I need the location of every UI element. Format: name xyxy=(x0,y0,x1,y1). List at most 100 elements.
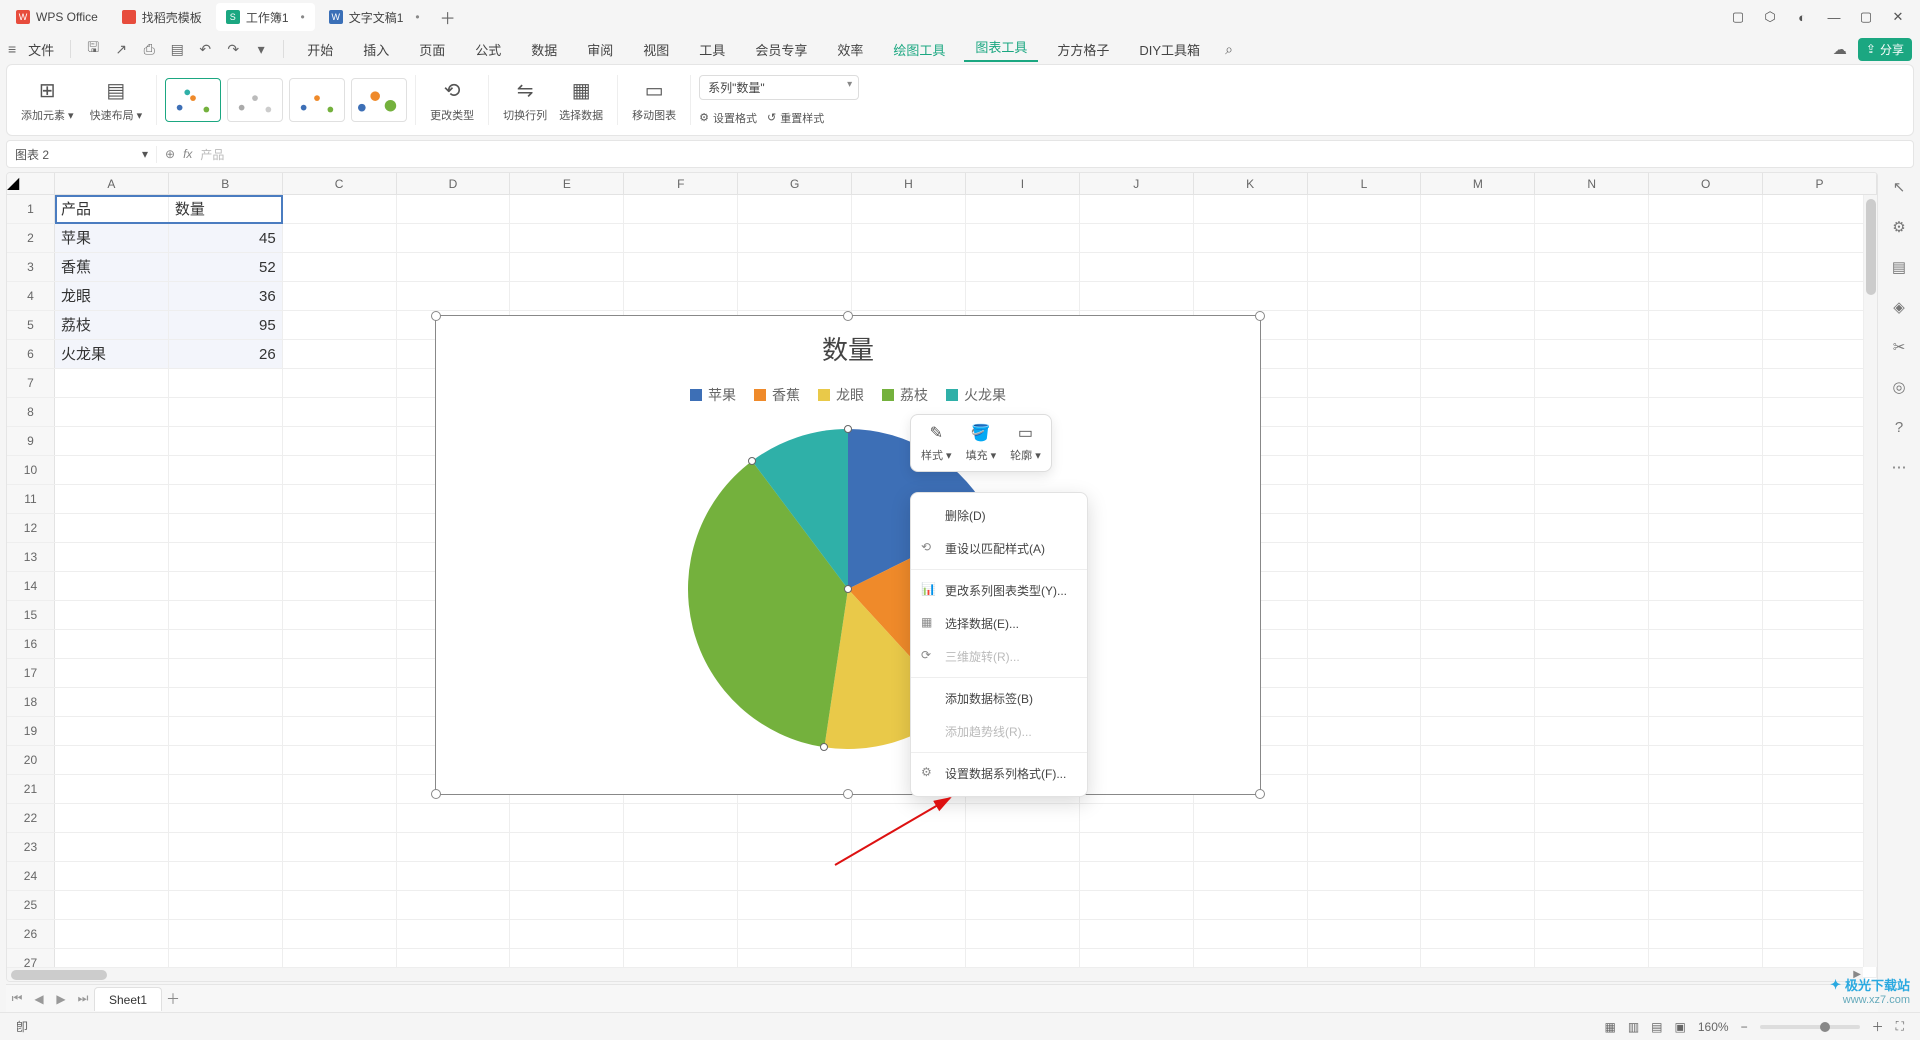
search-icon[interactable]: ⌕ xyxy=(1219,39,1239,59)
cell-C2[interactable] xyxy=(283,224,397,252)
ribbon-select-data[interactable]: ▦ 选择数据 xyxy=(553,69,609,131)
cell-N4[interactable] xyxy=(1535,282,1649,310)
row-head-9[interactable]: 9 xyxy=(7,427,55,455)
col-head-A[interactable]: A xyxy=(55,173,169,194)
cell-C6[interactable] xyxy=(283,340,397,368)
cell-M5[interactable] xyxy=(1421,311,1535,339)
preview-icon[interactable]: ▤ xyxy=(167,39,187,59)
menu-tools[interactable]: 工具 xyxy=(688,40,736,59)
cell-L26[interactable] xyxy=(1308,920,1422,948)
cell-C21[interactable] xyxy=(283,775,397,803)
row-head-21[interactable]: 21 xyxy=(7,775,55,803)
resize-handle-ne[interactable] xyxy=(1255,311,1265,321)
cell-O19[interactable] xyxy=(1649,717,1763,745)
cell-O11[interactable] xyxy=(1649,485,1763,513)
cell-O26[interactable] xyxy=(1649,920,1763,948)
col-head-D[interactable]: D xyxy=(397,173,511,194)
col-head-E[interactable]: E xyxy=(510,173,624,194)
cell-C23[interactable] xyxy=(283,833,397,861)
cell-A20[interactable] xyxy=(55,746,169,774)
pie-center-handle[interactable] xyxy=(844,585,852,593)
undo-icon[interactable]: ↶ xyxy=(195,39,215,59)
cell-I2[interactable] xyxy=(966,224,1080,252)
cell-C12[interactable] xyxy=(283,514,397,542)
row-head-5[interactable]: 5 xyxy=(7,311,55,339)
row-head-1[interactable]: 1 xyxy=(7,195,55,223)
cell-H3[interactable] xyxy=(852,253,966,281)
cell-D25[interactable] xyxy=(397,891,511,919)
cell-B15[interactable] xyxy=(169,601,283,629)
row-head-7[interactable]: 7 xyxy=(7,369,55,397)
resize-handle-nw[interactable] xyxy=(431,311,441,321)
cell-O3[interactable] xyxy=(1649,253,1763,281)
cell-N24[interactable] xyxy=(1535,862,1649,890)
ribbon-swap-rc[interactable]: ⇋ 切换行列 xyxy=(497,69,553,131)
window-restore2-icon[interactable]: ▢ xyxy=(1722,3,1754,31)
rail-watch-icon[interactable]: ◎ xyxy=(1888,376,1910,398)
ctx-format-series[interactable]: ⚙设置数据系列格式(F)... xyxy=(911,757,1087,790)
cell-L21[interactable] xyxy=(1308,775,1422,803)
vertical-scrollbar[interactable] xyxy=(1863,195,1877,967)
menu-hamburger-icon[interactable]: ≡ xyxy=(8,41,16,57)
cell-B1[interactable]: 数量 xyxy=(169,195,283,223)
row-head-10[interactable]: 10 xyxy=(7,456,55,484)
cell-A3[interactable]: 香蕉 xyxy=(55,253,169,281)
cell-L17[interactable] xyxy=(1308,659,1422,687)
cell-B6[interactable]: 26 xyxy=(169,340,283,368)
cell-B23[interactable] xyxy=(169,833,283,861)
cell-I24[interactable] xyxy=(966,862,1080,890)
cell-I3[interactable] xyxy=(966,253,1080,281)
rail-tools-icon[interactable]: ✂ xyxy=(1888,336,1910,358)
formula-input[interactable]: 产品 xyxy=(200,146,224,163)
fx-icon[interactable]: fx xyxy=(183,147,192,161)
cell-O5[interactable] xyxy=(1649,311,1763,339)
rail-cursor-icon[interactable]: ↖ xyxy=(1888,176,1910,198)
row-head-23[interactable]: 23 xyxy=(7,833,55,861)
cell-C1[interactable] xyxy=(283,195,397,223)
row-head-18[interactable]: 18 xyxy=(7,688,55,716)
cell-P8[interactable] xyxy=(1763,398,1877,426)
row-head-15[interactable]: 15 xyxy=(7,601,55,629)
cell-H25[interactable] xyxy=(852,891,966,919)
sheet-nav-next[interactable]: ▶ xyxy=(50,992,72,1006)
cell-M10[interactable] xyxy=(1421,456,1535,484)
cell-P25[interactable] xyxy=(1763,891,1877,919)
cell-O14[interactable] xyxy=(1649,572,1763,600)
cell-B21[interactable] xyxy=(169,775,283,803)
cell-P19[interactable] xyxy=(1763,717,1877,745)
cell-N11[interactable] xyxy=(1535,485,1649,513)
cell-N1[interactable] xyxy=(1535,195,1649,223)
cell-P22[interactable] xyxy=(1763,804,1877,832)
cell-N13[interactable] xyxy=(1535,543,1649,571)
cell-A11[interactable] xyxy=(55,485,169,513)
cell-N23[interactable] xyxy=(1535,833,1649,861)
menu-file[interactable]: 文件 xyxy=(24,40,58,59)
fullscreen-icon[interactable]: ⛶ xyxy=(1890,1019,1910,1034)
cell-A7[interactable] xyxy=(55,369,169,397)
chart-preset-4[interactable] xyxy=(351,78,407,122)
cell-E22[interactable] xyxy=(510,804,624,832)
row-head-2[interactable]: 2 xyxy=(7,224,55,252)
cell-L23[interactable] xyxy=(1308,833,1422,861)
cell-N25[interactable] xyxy=(1535,891,1649,919)
view-normal-icon[interactable]: ▦ xyxy=(1598,1020,1621,1034)
cell-E24[interactable] xyxy=(510,862,624,890)
cell-A16[interactable] xyxy=(55,630,169,658)
cell-P18[interactable] xyxy=(1763,688,1877,716)
cell-C24[interactable] xyxy=(283,862,397,890)
cell-O22[interactable] xyxy=(1649,804,1763,832)
chart-preset-3[interactable] xyxy=(289,78,345,122)
cell-O20[interactable] xyxy=(1649,746,1763,774)
cell-M17[interactable] xyxy=(1421,659,1535,687)
ctx-delete[interactable]: 删除(D) xyxy=(911,499,1087,532)
col-head-C[interactable]: C xyxy=(283,173,397,194)
cell-P1[interactable] xyxy=(1763,195,1877,223)
row-head-20[interactable]: 20 xyxy=(7,746,55,774)
cell-C4[interactable] xyxy=(283,282,397,310)
menu-data[interactable]: 数据 xyxy=(520,40,568,59)
cell-N15[interactable] xyxy=(1535,601,1649,629)
cell-C10[interactable] xyxy=(283,456,397,484)
cell-K26[interactable] xyxy=(1194,920,1308,948)
cell-P12[interactable] xyxy=(1763,514,1877,542)
cell-M2[interactable] xyxy=(1421,224,1535,252)
